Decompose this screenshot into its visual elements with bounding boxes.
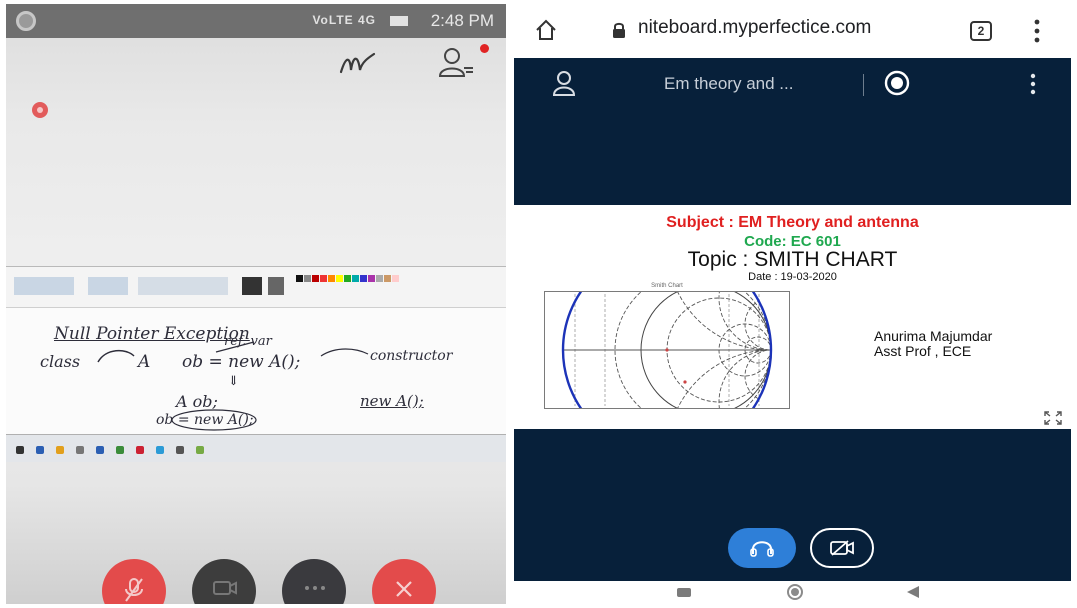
recording-indicator-icon <box>32 102 48 118</box>
audio-button[interactable] <box>728 528 796 568</box>
tab-switcher-button[interactable]: 2 <box>970 21 992 41</box>
leave-meeting-button[interactable] <box>372 559 436 604</box>
network-indicator: VoLTE 4G <box>312 13 376 27</box>
left-status-bar: VoLTE 4G 2:48 PM <box>6 4 506 38</box>
ellipsis-icon <box>305 586 325 590</box>
mic-off-icon <box>125 578 143 602</box>
home-icon[interactable] <box>534 18 558 42</box>
slide-subject: Subject : EM Theory and antenna <box>666 214 919 231</box>
slide-date: Date : 19-03-2020 <box>748 271 837 283</box>
shared-whiteboard-canvas: Null Pointer Exception class A ref. var … <box>6 308 506 434</box>
recents-icon[interactable] <box>677 588 691 597</box>
video-button[interactable] <box>810 528 874 568</box>
left-phone-screen: VoLTE 4G 2:48 PM Null Pointer Exception … <box>6 4 506 604</box>
url-text[interactable]: niteboard.myperfectice.com <box>638 17 871 39</box>
browser-url-bar: niteboard.myperfectice.com 2 <box>514 4 1071 58</box>
smith-chart-caption: Smith Chart <box>651 283 683 289</box>
smith-chart-graphic <box>561 244 773 456</box>
author-title: Asst Prof , ECE <box>874 343 972 359</box>
person-icon[interactable] <box>552 70 576 96</box>
presentation-slide: Subject : EM Theory and antenna Code: EC… <box>514 205 1071 456</box>
shared-screen-taskbar <box>6 434 506 462</box>
smith-chart-figure: Smith Chart <box>544 244 790 456</box>
meeting-title: Em theory and ... <box>664 74 794 93</box>
back-icon[interactable] <box>907 586 919 598</box>
shared-screen-toolbar <box>6 266 506 308</box>
close-icon <box>396 581 412 597</box>
author-name: Anurima Majumdar <box>874 328 993 344</box>
android-nav-bar <box>514 581 1071 604</box>
app-bar-divider <box>863 74 864 96</box>
more-options-button[interactable] <box>282 559 346 604</box>
fullscreen-icon[interactable] <box>1044 411 1062 425</box>
headphones-icon <box>750 541 774 557</box>
screenshot-composite: VoLTE 4G 2:48 PM Null Pointer Exception … <box>0 0 1077 608</box>
slide-author: Anurima Majumdar Asst Prof , ECE <box>874 329 992 359</box>
meeting-menu-icon[interactable] <box>1030 72 1036 96</box>
video-off-icon <box>830 540 854 556</box>
home-nav-icon[interactable] <box>787 584 803 600</box>
app-logo-icon <box>16 11 36 31</box>
notification-dot <box>480 44 489 53</box>
handwriting-arrows <box>97 341 369 431</box>
battery-icon <box>390 16 408 26</box>
camera-toggle-button[interactable] <box>192 559 256 604</box>
pen-scribble-icon[interactable] <box>338 48 378 78</box>
slide-topic: Topic : SMITH CHART <box>687 248 898 271</box>
right-phone-screen: niteboard.myperfectice.com 2 Em theory a… <box>514 4 1071 604</box>
record-icon[interactable] <box>884 70 910 96</box>
camera-off-icon <box>213 581 237 595</box>
participants-icon[interactable] <box>438 46 474 78</box>
lock-icon <box>613 22 625 38</box>
status-time: 2:48 PM <box>430 11 494 30</box>
meeting-app-bar: Em theory and ... <box>514 58 1071 114</box>
mic-toggle-button[interactable] <box>102 559 166 604</box>
browser-menu-icon[interactable] <box>1034 18 1040 44</box>
